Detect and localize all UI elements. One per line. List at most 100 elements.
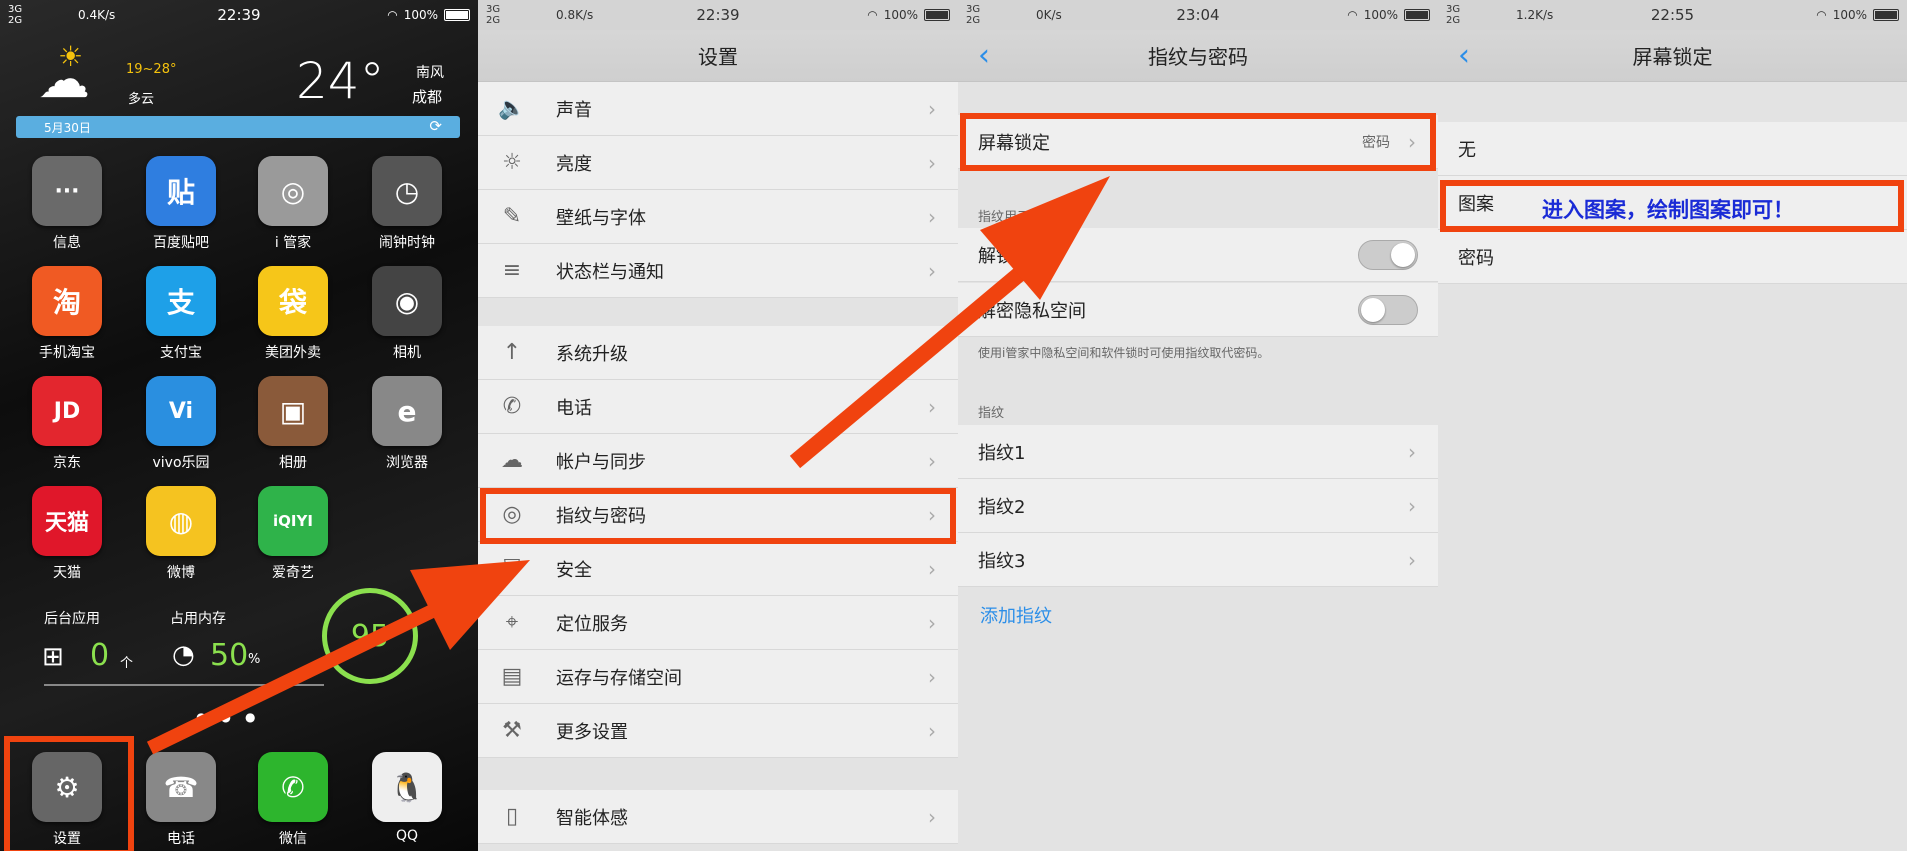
settings-row-sdcard[interactable]: ▤ 运存与存储空间 › <box>478 650 958 704</box>
unlock-toggle[interactable] <box>1358 239 1418 270</box>
sun-icon: ☼ <box>502 150 522 175</box>
row-label: 亮度 <box>556 153 592 175</box>
memory-value: 50 <box>210 638 249 673</box>
app-icon: ▣ <box>258 376 328 446</box>
app-icon: 袋 <box>258 266 328 336</box>
privacy-row: 解密隐私空间 <box>958 283 1438 337</box>
settings-row-sun[interactable]: ☼ 亮度 › <box>478 136 958 190</box>
app-label: 爱奇艺 <box>272 565 314 581</box>
app-icon: e <box>372 376 442 446</box>
sdcard-icon: ▤ <box>501 664 523 689</box>
memory-pie-icon: ◔ <box>172 640 195 670</box>
lock-option-0[interactable]: 无 <box>1438 122 1907 176</box>
dock-icon: 🐧 <box>372 752 442 822</box>
settings-row-arrow-up[interactable]: ↑ 系统升级 › <box>478 326 958 380</box>
row-label: 智能体感 <box>556 807 628 829</box>
settings-row-location[interactable]: ⌖ 定位服务 › <box>478 596 958 650</box>
app-12[interactable]: 天猫 天猫 <box>22 486 112 582</box>
highlight-pattern-row <box>1440 180 1904 232</box>
clean-score-ring[interactable]: 95 <box>322 588 418 684</box>
settings-row-speaker[interactable]: 🔈 声音 › <box>478 82 958 136</box>
settings-row-wrench[interactable]: ⚒ 更多设置 › <box>478 704 958 758</box>
wifi-icon: ◠ <box>867 8 878 22</box>
app-icon: 贴 <box>146 156 216 226</box>
app-2[interactable]: ◎ i 管家 <box>248 156 338 252</box>
app-10[interactable]: ▣ 相册 <box>248 376 338 472</box>
app-4[interactable]: 淘手机淘宝 <box>22 266 112 362</box>
back-icon[interactable]: ‹ <box>978 38 990 73</box>
date-bar: 5月30日 ⟳ <box>16 116 460 138</box>
app-1[interactable]: 贴百度贴吧 <box>136 156 226 252</box>
status-bar: 3G 2G 1.2K/s 22:55 ◠ 100% <box>1438 0 1907 30</box>
chevron-right-icon: › <box>928 204 936 229</box>
app-icon: Vi <box>146 376 216 446</box>
fingerprint-row[interactable]: 指纹2 › <box>958 479 1438 533</box>
battery-text: 100% <box>1363 8 1398 22</box>
app-icon: 天猫 <box>32 486 102 556</box>
weather-widget[interactable]: ☁ ☀ 19~28° 多云 24° 南风 成都 5月30日 ⟳ <box>0 30 478 140</box>
settings-row-list[interactable]: ≡ 状态栏与通知 › <box>478 244 958 298</box>
system-stats: 后台应用 占用内存 ⊞ 0 个 ◔ 50 % 95 <box>0 588 478 700</box>
lock-option-2[interactable]: 密码 <box>1438 230 1907 284</box>
app-icon: ◉ <box>372 266 442 336</box>
row-label: 壁纸与字体 <box>556 207 646 229</box>
battery-text: 100% <box>883 8 918 22</box>
refresh-icon[interactable]: ⟳ <box>429 117 442 135</box>
section-fingerprints: 指纹 <box>978 406 1005 421</box>
dock-app-3[interactable]: 🐧 QQ <box>362 752 452 844</box>
app-icon: 支 <box>146 266 216 336</box>
app-13[interactable]: ◍ 微博 <box>136 486 226 582</box>
settings-row-phone-motion[interactable]: ▯ 智能体感 › <box>478 790 958 844</box>
back-icon[interactable]: ‹ <box>1458 38 1470 73</box>
fingerprint-label: 指纹1 <box>978 442 1026 464</box>
settings-row-shield[interactable]: ⛨ 安全 › <box>478 542 958 596</box>
app-9[interactable]: Vi vivo乐园 <box>136 376 226 472</box>
app-5[interactable]: 支支付宝 <box>136 266 226 362</box>
add-fingerprint-link[interactable]: 添加指纹 <box>980 602 1052 628</box>
app-6[interactable]: 袋美团外卖 <box>248 266 338 362</box>
chevron-right-icon: › <box>928 610 936 635</box>
battery-icon <box>1404 9 1430 21</box>
chevron-right-icon: › <box>928 96 936 121</box>
app-3[interactable]: ◷ 闹钟时钟 <box>362 156 452 252</box>
dock-app-2[interactable]: ✆ 微信 <box>248 752 338 848</box>
dock-app-1[interactable]: ☎ 电话 <box>136 752 226 848</box>
row-label: 系统升级 <box>556 343 628 365</box>
settings-row-brush[interactable]: ✎ 壁纸与字体 › <box>478 190 958 244</box>
fingerprint-row[interactable]: 指纹3 › <box>958 533 1438 587</box>
battery-text: 100% <box>1832 8 1867 22</box>
dock-label: 微信 <box>279 831 307 847</box>
battery-icon <box>924 9 950 21</box>
unlock-label: 解锁 <box>978 245 1014 267</box>
home-screen-panel: 3G 2G 0.4K/s 22:39 ◠ 100% ☁ ☀ 19~28° 多云 24… <box>0 0 478 851</box>
app-11[interactable]: e 浏览器 <box>362 376 452 472</box>
page-title: 屏幕锁定 <box>1632 45 1713 69</box>
list-icon: ≡ <box>502 258 522 283</box>
battery-icon <box>1873 9 1899 21</box>
app-icon: JD <box>32 376 102 446</box>
chevron-right-icon: › <box>928 804 936 829</box>
app-label: 百度贴吧 <box>153 235 209 251</box>
header: ‹ 屏幕锁定 <box>1438 30 1907 82</box>
settings-row-phone[interactable]: ✆ 电话 › <box>478 380 958 434</box>
app-0[interactable]: ··· 信息 <box>22 156 112 252</box>
app-label: 支付宝 <box>160 345 202 361</box>
fingerprint-row[interactable]: 指纹1 › <box>958 425 1438 479</box>
chevron-right-icon: › <box>928 664 936 689</box>
wifi-icon: ◠ <box>1347 8 1358 22</box>
settings-row-cloud[interactable]: ☁ 帐户与同步 › <box>478 434 958 488</box>
city: 成都 <box>412 88 443 106</box>
privacy-toggle[interactable] <box>1358 294 1418 325</box>
phone-icon: ✆ <box>502 394 522 419</box>
row-label: 更多设置 <box>556 721 628 743</box>
chevron-right-icon: › <box>928 150 936 175</box>
row-label: 定位服务 <box>556 613 628 635</box>
temp-range: 19~28° <box>126 62 177 77</box>
app-icon: ◷ <box>372 156 442 226</box>
app-14[interactable]: iQIYI 爱奇艺 <box>248 486 338 582</box>
screen-lock-panel: 3G 2G 1.2K/s 22:55 ◠ 100% ‹ 屏幕锁定 无图案 密码 进入图… <box>1438 0 1907 851</box>
grid-icon: ⊞ <box>42 642 64 672</box>
app-7[interactable]: ◉ 相机 <box>362 266 452 362</box>
app-8[interactable]: JD 京东 <box>22 376 112 472</box>
row-label: 安全 <box>556 559 592 581</box>
